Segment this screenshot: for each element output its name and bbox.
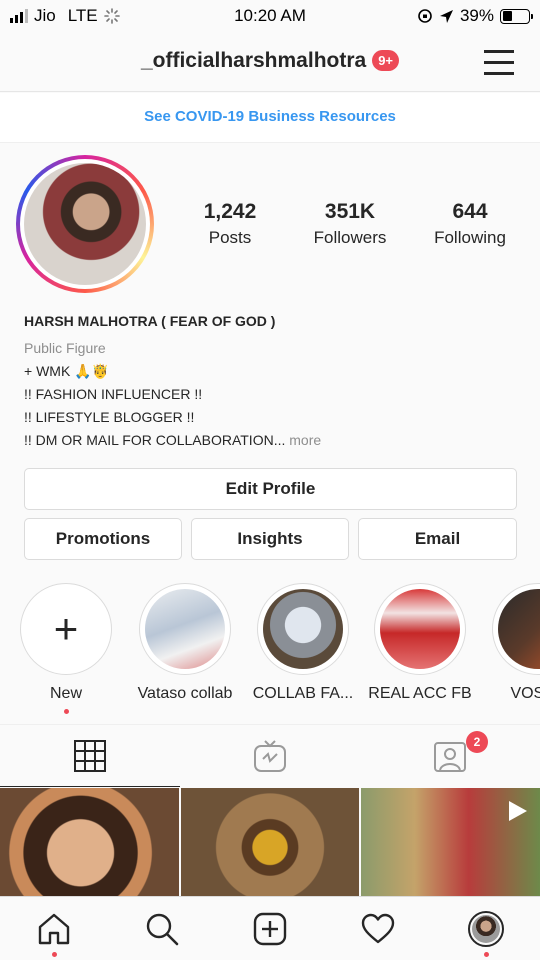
bio-line: + WMK 🙏🤴: [24, 363, 110, 379]
igtv-icon: [254, 740, 286, 772]
activity-tab[interactable]: [356, 909, 400, 949]
highlight-new[interactable]: + New: [6, 583, 126, 714]
battery-icon: [500, 8, 533, 24]
tagged-badge: 2: [466, 731, 488, 753]
plus-icon: +: [53, 605, 79, 652]
bio-line: !! LIFESTYLE BLOGGER !!: [24, 409, 195, 425]
add-post-icon: [253, 912, 287, 946]
post-thumbnail[interactable]: [0, 788, 179, 896]
new-post-tab[interactable]: [248, 909, 292, 949]
home-tab[interactable]: [32, 909, 76, 957]
edit-profile-button[interactable]: Edit Profile: [24, 468, 517, 510]
highlight-circle: [492, 583, 540, 675]
search-icon: [146, 913, 179, 946]
more-link[interactable]: more: [289, 432, 321, 448]
highlight-item[interactable]: Vataso collab: [125, 583, 245, 703]
story-highlights: + New Vataso collab COLLAB FA... REAL AC…: [0, 583, 540, 723]
profile-dot: [484, 952, 489, 957]
highlight-circle: [139, 583, 231, 675]
tab-igtv[interactable]: [180, 725, 360, 787]
highlight-item[interactable]: REAL ACC FB: [360, 583, 480, 703]
post-thumbnail[interactable]: [180, 788, 360, 896]
notification-badge: 9+: [372, 50, 400, 71]
highlight-circle: [257, 583, 349, 675]
highlight-thumbnail: [145, 589, 225, 669]
highlight-label: REAL ACC FB: [368, 685, 472, 702]
menu-icon[interactable]: [484, 50, 514, 75]
location-icon: [439, 9, 453, 23]
grid-icon: [74, 739, 106, 772]
highlight-item[interactable]: VOSTR: [478, 583, 540, 703]
new-highlight-circle: +: [20, 583, 112, 675]
search-tab[interactable]: [140, 909, 184, 949]
profile-tabs: 2: [0, 724, 540, 787]
new-dot: [63, 709, 69, 714]
heart-icon: [361, 913, 395, 944]
followers-label: Followers: [313, 228, 387, 247]
avatar-photo: [24, 163, 146, 285]
posts-stat[interactable]: 1,242 Posts: [170, 200, 290, 248]
profile-stats: 1,242 Posts 351K Followers 644 Following: [170, 200, 530, 248]
profile-avatar-story-ring[interactable]: [16, 155, 154, 293]
highlight-thumbnail: [498, 589, 540, 669]
bio-line: !! DM OR MAIL FOR COLLABORATION...: [24, 432, 286, 448]
highlight-label: Vataso collab: [137, 685, 233, 702]
rotation-lock-icon: [418, 9, 432, 23]
profile-header: _officialharshmalhotra 9+: [0, 32, 540, 92]
bio-line-last: !! DM OR MAIL FOR COLLABORATION... more: [24, 429, 524, 452]
highlight-thumbnail: [380, 589, 460, 669]
profile-bio: HARSH MALHOTRA ( FEAR OF GOD ) Public Fi…: [24, 310, 524, 452]
video-icon: [509, 801, 528, 821]
following-label: Following: [434, 228, 506, 247]
covid-resources-link[interactable]: See COVID-19 Business Resources: [0, 93, 540, 143]
highlight-label: COLLAB FA...: [252, 685, 354, 702]
display-name: HARSH MALHOTRA ( FEAR OF GOD ): [24, 313, 276, 329]
posts-label: Posts: [208, 228, 252, 247]
username: _officialharshmalhotra: [140, 49, 367, 72]
tab-grid[interactable]: [0, 725, 180, 787]
posts-count: 1,242: [203, 200, 257, 223]
email-button[interactable]: Email: [358, 518, 517, 560]
followers-stat[interactable]: 351K Followers: [290, 200, 410, 248]
battery-percent: 39%: [459, 6, 494, 25]
post-thumbnail[interactable]: [361, 788, 540, 896]
home-dot: [52, 952, 57, 957]
highlight-label: New: [49, 685, 82, 702]
following-count: 644: [452, 200, 488, 223]
highlight-item[interactable]: COLLAB FA...: [243, 583, 363, 703]
highlight-label: VOSTR: [510, 685, 540, 702]
highlight-thumbnail: [263, 589, 343, 669]
profile-avatar: [468, 911, 504, 947]
bio-line: !! FASHION INFLUENCER !!: [24, 386, 203, 402]
highlight-circle: [374, 583, 466, 675]
status-right: 39%: [417, 6, 533, 26]
tagged-icon: [434, 742, 466, 772]
category-label: Public Figure: [24, 340, 106, 356]
followers-count: 351K: [324, 200, 376, 223]
bottom-navigation: [0, 896, 540, 960]
profile-tab[interactable]: [464, 909, 508, 957]
following-stat[interactable]: 644 Following: [410, 200, 530, 248]
tab-tagged[interactable]: 2: [360, 725, 540, 787]
status-bar: Jio LTE 10:20 AM 39%: [0, 0, 540, 32]
avatar: [20, 159, 150, 289]
posts-grid: [0, 788, 540, 896]
insights-button[interactable]: Insights: [191, 518, 349, 560]
promotions-button[interactable]: Promotions: [24, 518, 182, 560]
username-switcher[interactable]: _officialharshmalhotra 9+: [0, 49, 540, 73]
home-icon: [38, 913, 70, 945]
